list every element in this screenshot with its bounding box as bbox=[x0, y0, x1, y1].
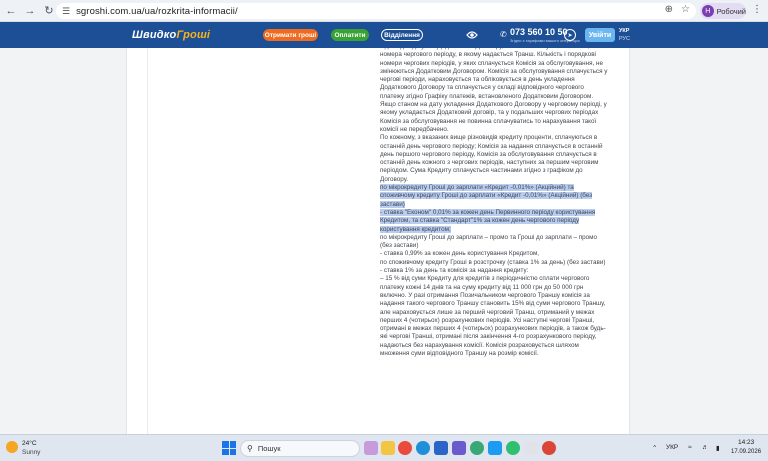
clock-date[interactable]: 17.09.2026 bbox=[731, 449, 761, 455]
branches-button[interactable]: Відділення bbox=[381, 29, 423, 41]
url-text: sgroshi.com.ua/ua/rozkrita-informacii/ bbox=[76, 5, 238, 17]
page-content: відповідно до умов Додаткового Договору,… bbox=[0, 48, 768, 434]
taskbar: 24°C Sunny ⚲ Пошук ⌃ УКР ≈ ♬ ▮ 14:23 17.… bbox=[0, 434, 768, 461]
pay-button[interactable]: Оплатити bbox=[331, 29, 369, 41]
mail-icon[interactable] bbox=[434, 441, 448, 455]
bookmark-star-icon[interactable]: ☆ bbox=[681, 4, 690, 15]
teams-icon[interactable] bbox=[452, 441, 466, 455]
tray-chevron-icon[interactable]: ⌃ bbox=[652, 444, 657, 452]
paragraph-highlighted: - ставка "Економ" 0,01% за кожен день Пе… bbox=[380, 208, 596, 233]
search-icon: ⚲ bbox=[247, 444, 253, 453]
volume-icon[interactable]: ♬ bbox=[702, 444, 709, 451]
back-icon[interactable]: ← bbox=[3, 3, 19, 19]
zoom-icon[interactable]: ⊕ bbox=[665, 4, 673, 15]
get-money-button[interactable]: Отримати гроші bbox=[263, 29, 318, 41]
copilot-icon[interactable] bbox=[364, 441, 378, 455]
lang-ukr[interactable]: УКР bbox=[619, 28, 629, 34]
app-icon[interactable] bbox=[398, 441, 412, 455]
logo-accent-text: Гроші bbox=[176, 29, 211, 41]
telegram-icon[interactable]: ➤ bbox=[564, 29, 576, 41]
tray-lang[interactable]: УКР bbox=[666, 444, 678, 451]
column-divider bbox=[147, 48, 148, 434]
search-placeholder: Пошук bbox=[257, 444, 281, 453]
accessibility-eye-icon[interactable] bbox=[466, 30, 478, 40]
paragraph: – 15 % від суми Кредиту для кредитів з п… bbox=[380, 275, 606, 357]
browser-toolbar: ← → ↻ ☰ sgroshi.com.ua/ua/rozkrita-infor… bbox=[0, 0, 768, 22]
site-info-icon[interactable]: ☰ bbox=[62, 6, 70, 17]
profile-label: Робочий bbox=[716, 6, 746, 16]
login-button[interactable]: Увійти bbox=[585, 28, 615, 42]
address-bar[interactable]: ☰ sgroshi.com.ua/ua/rozkrita-informacii/… bbox=[56, 3, 696, 19]
site-header: ШвидкоГроші Отримати гроші Оплатити Відд… bbox=[0, 22, 768, 48]
paragraph: по мікрокредиту Гроші до зарплати – пром… bbox=[380, 233, 597, 250]
app-icon[interactable] bbox=[524, 441, 538, 455]
chrome-icon[interactable] bbox=[542, 441, 556, 455]
avatar: Н bbox=[702, 5, 714, 17]
reload-icon[interactable]: ↻ bbox=[41, 3, 57, 19]
lang-rus[interactable]: РУС bbox=[619, 36, 630, 42]
sun-icon[interactable] bbox=[6, 441, 18, 453]
profile-button[interactable]: Н Робочий bbox=[700, 3, 746, 19]
browser-menu-icon[interactable]: ⋮ bbox=[752, 4, 762, 18]
forward-icon[interactable]: → bbox=[22, 3, 38, 19]
logo-main-text: Швидко bbox=[132, 29, 177, 41]
file-explorer-icon[interactable] bbox=[381, 441, 395, 455]
site-logo[interactable]: ШвидкоГроші bbox=[132, 29, 210, 41]
edge-icon[interactable] bbox=[416, 441, 430, 455]
paragraph: По кожному, з вказаних вище різновидів к… bbox=[380, 134, 603, 183]
windows-start-icon[interactable] bbox=[222, 441, 236, 455]
battery-icon[interactable]: ▮ bbox=[716, 444, 720, 452]
phone-icon: ✆ bbox=[500, 30, 507, 39]
app-icon[interactable] bbox=[470, 441, 484, 455]
disclosure-text: відповідно до умов Додаткового Договору,… bbox=[380, 48, 608, 358]
whatsapp-icon[interactable] bbox=[506, 441, 520, 455]
paragraph-highlighted: по мікрокредиту Гроші до зарплати «Креди… bbox=[380, 184, 593, 208]
wifi-icon[interactable]: ≈ bbox=[688, 444, 692, 451]
paragraph: - ставка 0,99% за кожен день користуванн… bbox=[380, 250, 540, 258]
paragraph: відповідно до умов Додаткового Договору,… bbox=[380, 48, 608, 133]
phone-number[interactable]: 073 560 10 50 bbox=[510, 27, 568, 37]
taskbar-search[interactable]: ⚲ Пошук bbox=[240, 440, 360, 457]
weather-desc[interactable]: Sunny bbox=[22, 449, 40, 456]
weather-temp[interactable]: 24°C bbox=[22, 440, 37, 447]
paragraph: по споживчому кредиту Гроші в розстрочку… bbox=[380, 258, 606, 266]
clock-time[interactable]: 14:23 bbox=[738, 439, 754, 446]
telegram-app-icon[interactable] bbox=[488, 441, 502, 455]
